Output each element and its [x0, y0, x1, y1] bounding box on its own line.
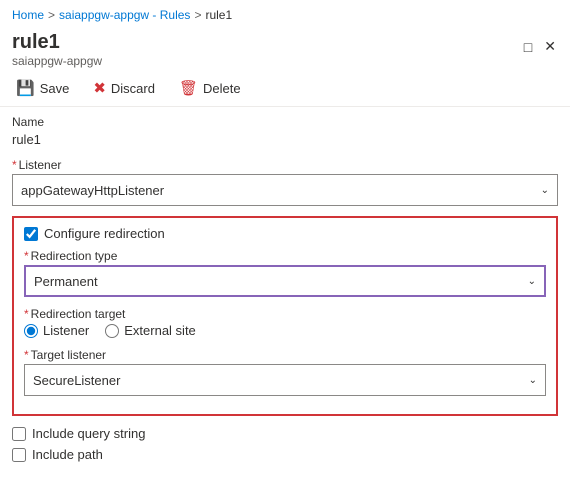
maximize-button[interactable]: □ [522, 37, 534, 57]
listener-field-group: * Listener appGatewayHttpListener ⌄ [12, 158, 558, 206]
redirection-type-label: * Redirection type [24, 249, 546, 263]
target-listener-field-group: * Target listener SecureListener ⌄ [24, 348, 546, 396]
toolbar-divider [0, 106, 570, 107]
name-field-group: Name rule1 [12, 115, 558, 148]
redirection-type-dropdown-arrow: ⌄ [528, 276, 536, 287]
redirection-type-dropdown-text: Permanent [34, 274, 98, 289]
redirection-type-label-text: Redirection type [31, 249, 118, 263]
breadcrumb: Home > saiappgw-appgw - Rules > rule1 [0, 0, 570, 26]
radio-external-label[interactable]: External site [124, 323, 196, 338]
name-label: Name [12, 115, 558, 129]
delete-label: Delete [203, 81, 241, 96]
name-value: rule1 [12, 131, 558, 148]
target-listener-label-text: Target listener [31, 348, 106, 362]
include-query-string-row: Include query string [12, 426, 558, 441]
target-listener-dropdown-text: SecureListener [33, 373, 120, 388]
redirection-type-dropdown[interactable]: Permanent ⌄ [24, 265, 546, 297]
redirection-target-label-text: Redirection target [31, 307, 126, 321]
redirection-target-label: * Redirection target [24, 307, 546, 321]
redirection-target-required-star: * [24, 307, 29, 321]
radio-external[interactable] [105, 324, 119, 338]
redirection-type-required-star: * [24, 249, 29, 263]
delete-button[interactable]: 🗑 Delete [175, 76, 245, 100]
include-path-row: Include path [12, 447, 558, 462]
discard-label: Discard [111, 81, 155, 96]
panel-subtitle: saiappgw-appgw [12, 54, 102, 68]
target-listener-dropdown[interactable]: SecureListener ⌄ [24, 364, 546, 396]
configure-redirection-row: Configure redirection [24, 226, 546, 241]
toolbar: 💾 Save ✖ Discard 🗑 Delete [0, 70, 570, 106]
include-path-checkbox[interactable] [12, 448, 26, 462]
redirection-target-field-group: * Redirection target Listener External s… [24, 307, 546, 338]
configure-redirection-label[interactable]: Configure redirection [44, 226, 165, 241]
listener-label: * Listener [12, 158, 558, 172]
include-query-string-checkbox[interactable] [12, 427, 26, 441]
discard-button[interactable]: ✖ Discard [89, 76, 159, 100]
configure-redirection-checkbox[interactable] [24, 227, 38, 241]
close-button[interactable]: ✕ [542, 36, 558, 57]
radio-listener[interactable] [24, 324, 38, 338]
panel-title-group: rule1 saiappgw-appgw [12, 30, 102, 68]
breadcrumb-current: rule1 [205, 8, 232, 22]
page-title: rule1 [12, 30, 102, 54]
breadcrumb-sep2: > [194, 8, 201, 22]
listener-dropdown-arrow: ⌄ [541, 185, 549, 196]
listener-required-star: * [12, 158, 17, 172]
include-path-label[interactable]: Include path [32, 447, 103, 462]
redirection-type-field-group: * Redirection type Permanent ⌄ [24, 249, 546, 297]
form-body: Name rule1 * Listener appGatewayHttpList… [0, 115, 570, 462]
include-query-string-label[interactable]: Include query string [32, 426, 145, 441]
radio-listener-label[interactable]: Listener [43, 323, 89, 338]
breadcrumb-home[interactable]: Home [12, 8, 44, 22]
target-listener-label: * Target listener [24, 348, 546, 362]
radio-external-row: External site [105, 323, 196, 338]
discard-icon: ✖ [93, 79, 106, 97]
panel-controls: □ ✕ [522, 36, 558, 57]
panel-header: rule1 saiappgw-appgw □ ✕ [0, 26, 570, 70]
target-listener-dropdown-arrow: ⌄ [529, 375, 537, 386]
listener-dropdown[interactable]: appGatewayHttpListener ⌄ [12, 174, 558, 206]
breadcrumb-sep1: > [48, 8, 55, 22]
target-listener-required-star: * [24, 348, 29, 362]
maximize-icon: □ [524, 39, 532, 55]
redirection-target-radio-group: Listener External site [24, 323, 546, 338]
breadcrumb-rules[interactable]: saiappgw-appgw - Rules [59, 8, 190, 22]
save-icon: 💾 [16, 79, 35, 97]
redirection-box: Configure redirection * Redirection type… [12, 216, 558, 416]
radio-listener-row: Listener [24, 323, 89, 338]
listener-dropdown-text: appGatewayHttpListener [21, 183, 164, 198]
close-icon: ✕ [544, 38, 556, 55]
delete-icon: 🗑 [179, 79, 198, 97]
save-label: Save [40, 81, 70, 96]
listener-label-text: Listener [19, 158, 62, 172]
save-button[interactable]: 💾 Save [12, 76, 73, 100]
